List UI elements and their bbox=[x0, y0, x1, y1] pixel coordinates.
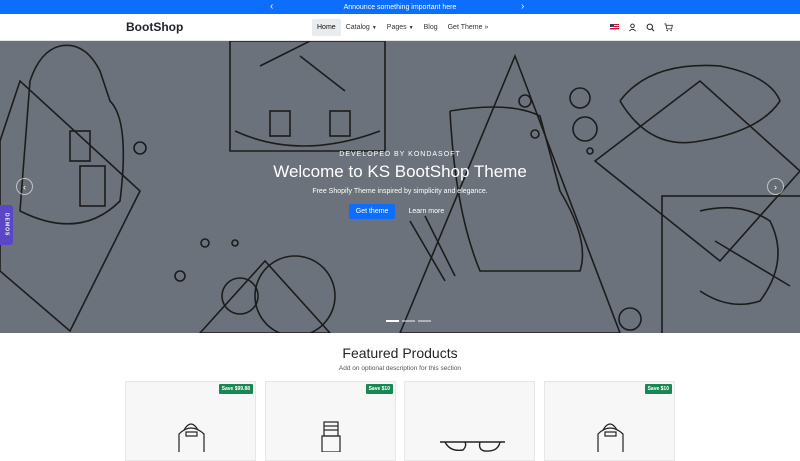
hero-subtitle: Free Shopify Theme inspired by simplicit… bbox=[312, 188, 488, 195]
user-icon[interactable] bbox=[626, 20, 638, 34]
sale-badge: Save $10 bbox=[644, 384, 672, 394]
chevron-left-icon[interactable]: ‹ bbox=[270, 1, 273, 13]
announcement-bar: ‹ Announce something important here › bbox=[0, 0, 800, 14]
sale-badge: Save $10 bbox=[365, 384, 393, 394]
nav-item-pages[interactable]: Pages ▼ bbox=[382, 19, 419, 36]
nav-item-catalog[interactable]: Catalog ▼ bbox=[341, 19, 382, 36]
learn-more-button[interactable]: Learn more bbox=[401, 204, 451, 219]
hero-carousel: ‹ › DEVELOPED BY KONDASOFT Welcome to KS… bbox=[0, 41, 800, 333]
chevron-right-icon[interactable]: › bbox=[521, 1, 524, 13]
section-description: Add on optional description for this sec… bbox=[338, 365, 462, 372]
carousel-indicator[interactable] bbox=[386, 320, 399, 322]
main-nav: Home Catalog ▼ Pages ▼ Blog Get Theme » bbox=[312, 19, 493, 36]
announcement-text: Announce something important here bbox=[343, 3, 457, 11]
section-title: Featured Products bbox=[342, 345, 458, 361]
search-icon[interactable] bbox=[644, 20, 656, 34]
us-flag-icon[interactable] bbox=[608, 20, 620, 34]
sunglasses-icon bbox=[440, 441, 505, 452]
hero-title: Welcome to KS BootShop Theme bbox=[273, 162, 527, 181]
wristwatch-icon bbox=[321, 421, 341, 452]
nav-label: Pages bbox=[386, 24, 407, 31]
navbar: BootShop Home Catalog ▼ Pages ▼ Blog Get T… bbox=[0, 14, 800, 41]
nav-item-blog[interactable]: Blog bbox=[419, 19, 443, 36]
carousel-indicators bbox=[386, 320, 431, 322]
demos-tab[interactable]: DEMOS bbox=[0, 205, 13, 245]
get-theme-button[interactable]: Get theme bbox=[348, 204, 396, 219]
hero-kicker: DEVELOPED BY KONDASOFT bbox=[339, 151, 461, 158]
nav-label: Home bbox=[317, 24, 336, 31]
hero-caption: DEVELOPED BY KONDASOFT Welcome to KS Boo… bbox=[0, 151, 800, 219]
brand-logo[interactable]: BootShop bbox=[126, 20, 183, 34]
product-card[interactable]: Save $10 bbox=[544, 381, 675, 461]
product-card[interactable]: Save $10 bbox=[265, 381, 396, 461]
carousel-indicator[interactable] bbox=[418, 320, 431, 322]
caret-down-icon: ▼ bbox=[371, 24, 377, 31]
backpack-icon bbox=[178, 423, 205, 452]
carousel-indicator[interactable] bbox=[402, 320, 415, 322]
hero-buttons: Get theme Learn more bbox=[0, 204, 800, 219]
product-card[interactable] bbox=[404, 381, 535, 461]
nav-label: Blog bbox=[423, 24, 438, 31]
product-card[interactable]: Save $99.88 bbox=[125, 381, 256, 461]
caret-down-icon: ▼ bbox=[408, 24, 414, 31]
nav-item-get-theme[interactable]: Get Theme » bbox=[443, 19, 494, 36]
nav-label: Get Theme » bbox=[447, 24, 489, 31]
header-icons bbox=[608, 20, 674, 34]
nav-label: Catalog bbox=[345, 24, 370, 31]
sale-badge: Save $99.88 bbox=[218, 384, 253, 394]
nav-item-home[interactable]: Home bbox=[312, 19, 341, 36]
cart-icon[interactable] bbox=[662, 20, 674, 34]
backpack-icon bbox=[597, 423, 624, 452]
